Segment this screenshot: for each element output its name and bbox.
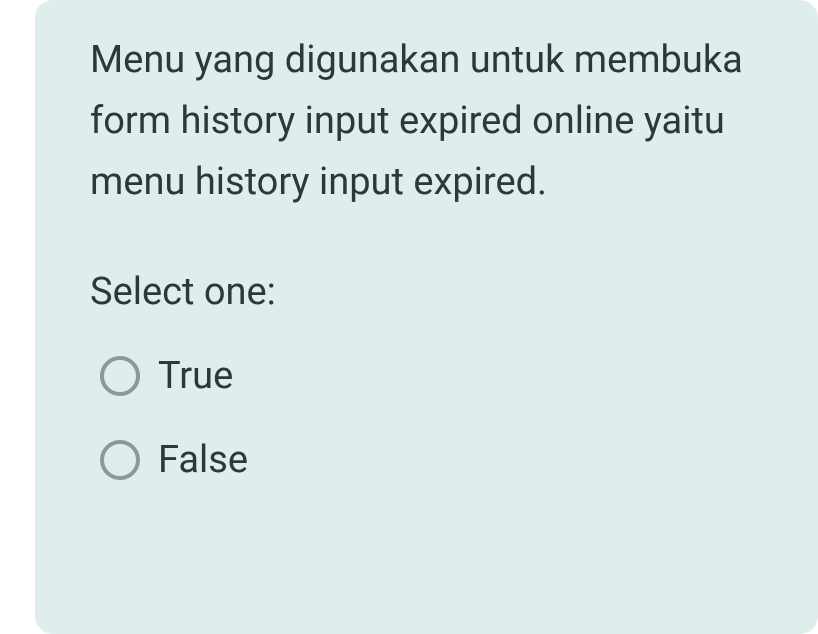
- option-true[interactable]: True: [100, 354, 763, 398]
- option-false[interactable]: False: [100, 438, 763, 482]
- option-label: False: [158, 438, 248, 482]
- options-group: True False: [90, 354, 763, 482]
- radio-icon: [100, 356, 140, 396]
- option-label: True: [158, 354, 233, 398]
- select-prompt: Select one:: [90, 270, 763, 314]
- radio-icon: [100, 440, 140, 480]
- question-card: Menu yang digunakan untuk membuka form h…: [35, 0, 818, 634]
- question-text: Menu yang digunakan untuk membuka form h…: [90, 30, 763, 212]
